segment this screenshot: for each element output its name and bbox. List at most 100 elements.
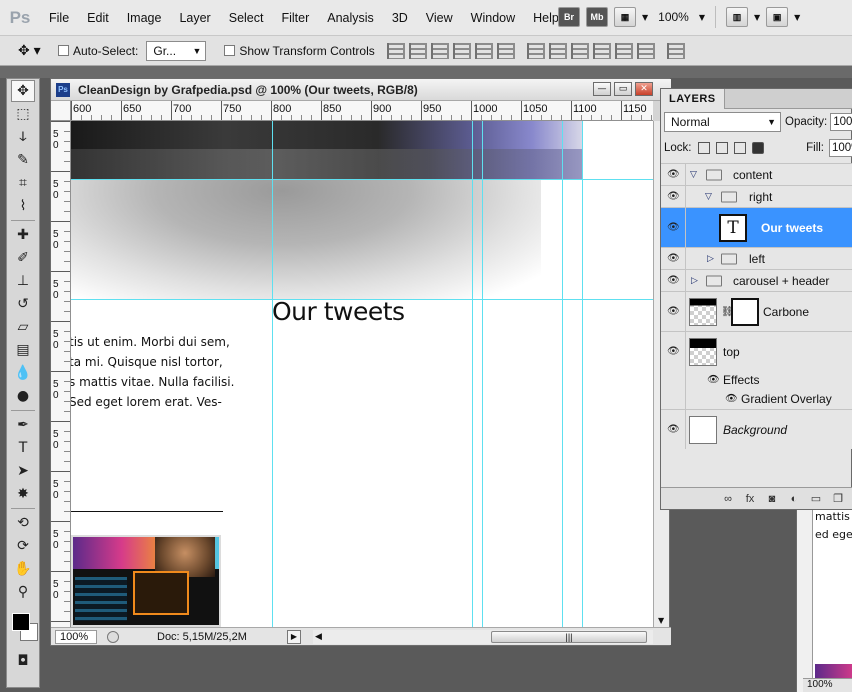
gradient-tool-icon[interactable]: ▤ (11, 339, 35, 361)
visibility-eye-icon[interactable]: 👁 (667, 191, 681, 202)
visibility-eye-icon[interactable]: 👁 (667, 306, 681, 317)
blend-mode-dropdown[interactable]: Normal ▼ (664, 112, 782, 132)
visibility-eye-icon[interactable]: 👁 (667, 222, 681, 233)
vertical-ruler[interactable]: 505050505050505050505050 (51, 121, 71, 627)
effect-visibility-eye-icon[interactable]: 👁 (725, 394, 738, 405)
eraser-tool-icon[interactable]: ▱ (11, 316, 35, 338)
zoom-tool-icon[interactable]: ⚲ (11, 581, 35, 603)
scroll-left-icon[interactable]: ◀ (315, 631, 322, 642)
layer-row[interactable]: 👁 ▷ carousel + header (661, 269, 852, 291)
effects-visibility-eye-icon[interactable]: 👁 (707, 375, 720, 386)
quick-mask-icon[interactable]: ◘ (11, 650, 35, 672)
eyedropper-tool-icon[interactable]: ⌇ (11, 195, 35, 217)
align-bottom-icon[interactable] (430, 42, 449, 59)
3d-rotate-tool-icon[interactable]: ⟲ (11, 512, 35, 534)
view-extras-icon[interactable]: ▦ (614, 7, 636, 27)
collapsed-triangle-icon[interactable]: ▷ (707, 254, 714, 264)
screen-mode-caret-icon[interactable]: ▼ (794, 13, 800, 22)
opacity-field[interactable]: 100% (830, 113, 852, 131)
auto-align-layers-icon[interactable] (666, 42, 685, 59)
menu-view[interactable]: View (417, 11, 462, 25)
horizontal-scroll-thumb[interactable]: ||| (491, 631, 647, 643)
status-icon[interactable] (107, 630, 119, 643)
history-brush-tool-icon[interactable]: ↺ (11, 293, 35, 315)
zoom-level[interactable]: 100% (658, 10, 689, 24)
minimize-icon[interactable]: — (593, 82, 611, 96)
zoom-caret-icon[interactable]: ▼ (699, 13, 705, 22)
layer-row[interactable]: 👁 top (661, 331, 852, 371)
align-left-icon[interactable] (452, 42, 471, 59)
ruler-origin[interactable] (51, 101, 71, 121)
add-layer-style-icon[interactable]: fx (743, 493, 757, 505)
align-vcenter-icon[interactable] (408, 42, 427, 59)
view-extras-caret-icon[interactable]: ▼ (642, 13, 648, 22)
arrange-caret-icon[interactable]: ▼ (754, 13, 760, 22)
lock-position-icon[interactable] (733, 142, 746, 154)
menu-layer[interactable]: Layer (170, 11, 219, 25)
add-mask-icon[interactable]: ◙ (765, 493, 779, 505)
scroll-down-icon[interactable]: ▼ (658, 616, 664, 625)
visibility-eye-icon[interactable]: 👁 (667, 275, 681, 286)
collapsed-triangle-icon[interactable]: ▷ (691, 276, 698, 286)
new-group-icon[interactable]: ▭ (809, 492, 823, 505)
menu-window[interactable]: Window (462, 11, 524, 25)
blur-tool-icon[interactable]: 💧 (11, 362, 35, 384)
expand-triangle-icon[interactable]: ▽ (705, 192, 712, 202)
guide-horizontal[interactable] (71, 299, 653, 300)
visibility-eye-icon[interactable]: 👁 (667, 169, 681, 180)
launch-mini-bridge-button[interactable]: Mb (586, 7, 608, 27)
fill-field[interactable]: 100% (829, 139, 852, 157)
menu-filter[interactable]: Filter (272, 11, 318, 25)
guide-vertical[interactable] (472, 121, 473, 627)
guide-vertical[interactable] (272, 121, 273, 627)
auto-select-dropdown[interactable]: Gr... ▼ (146, 40, 207, 61)
effect-row[interactable]: 👁 Gradient Overlay (661, 389, 852, 409)
distribute-right-icon[interactable] (636, 42, 655, 59)
horizontal-scrollbar[interactable]: ◀ ||| (313, 630, 653, 644)
zoom-field[interactable]: 100% (55, 629, 97, 644)
visibility-eye-icon[interactable]: 👁 (667, 346, 681, 357)
clone-stamp-tool-icon[interactable]: ⊥ (11, 270, 35, 292)
layer-row[interactable]: 👁 ▽ content (661, 163, 852, 185)
show-transform-checkbox[interactable] (224, 45, 236, 56)
hand-tool-icon[interactable]: ✋ (11, 558, 35, 580)
lock-transparent-icon[interactable] (697, 142, 710, 154)
visibility-eye-icon[interactable]: 👁 (667, 253, 681, 264)
menu-analysis[interactable]: Analysis (318, 11, 383, 25)
expand-triangle-icon[interactable]: ▽ (690, 170, 697, 180)
align-right-icon[interactable] (496, 42, 515, 59)
screen-mode-icon[interactable]: ▣ (766, 7, 789, 27)
distribute-vcenter-icon[interactable] (548, 42, 567, 59)
document-title-bar[interactable]: Ps CleanDesign by Grafpedia.psd @ 100% (… (51, 79, 671, 101)
visibility-eye-icon[interactable]: 👁 (667, 424, 681, 435)
lock-all-icon[interactable] (751, 142, 764, 154)
menu-3d[interactable]: 3D (383, 11, 417, 25)
layer-row[interactable]: 👁 Background (661, 409, 852, 449)
layer-row[interactable]: 👁 ▽ right (661, 185, 852, 207)
healing-brush-tool-icon[interactable]: ✚ (11, 224, 35, 246)
layer-row[interactable]: 👁 ▷ left (661, 247, 852, 269)
auto-select-checkbox[interactable] (58, 45, 69, 56)
menu-edit[interactable]: Edit (78, 11, 118, 25)
lock-image-icon[interactable] (715, 142, 728, 154)
menu-file[interactable]: File (40, 11, 78, 25)
menu-select[interactable]: Select (220, 11, 273, 25)
align-top-icon[interactable] (386, 42, 405, 59)
quick-selection-tool-icon[interactable]: ✎ (11, 149, 35, 171)
horizontal-ruler[interactable]: 600 650 700 750 800 850 900 950 1000 1050 1100 1150 (71, 101, 653, 121)
link-layers-icon[interactable]: ∞ (721, 493, 735, 505)
new-layer-icon[interactable]: ❐ (831, 492, 845, 505)
guide-vertical[interactable] (582, 121, 583, 627)
maximize-icon[interactable]: ▭ (614, 82, 632, 96)
effects-row[interactable]: 👁 Effects (661, 371, 852, 389)
foreground-color-swatch[interactable] (12, 613, 30, 631)
distribute-hcenter-icon[interactable] (614, 42, 633, 59)
crop-tool-icon[interactable]: ⌗ (11, 172, 35, 194)
dodge-tool-icon[interactable]: ● (11, 385, 35, 407)
distribute-top-icon[interactable] (526, 42, 545, 59)
menu-image[interactable]: Image (118, 11, 171, 25)
close-icon[interactable]: ✕ (635, 82, 653, 96)
move-tool-icon[interactable]: ✥ (11, 80, 35, 102)
adjustment-layer-icon[interactable]: ◐ (787, 493, 801, 505)
distribute-left-icon[interactable] (592, 42, 611, 59)
